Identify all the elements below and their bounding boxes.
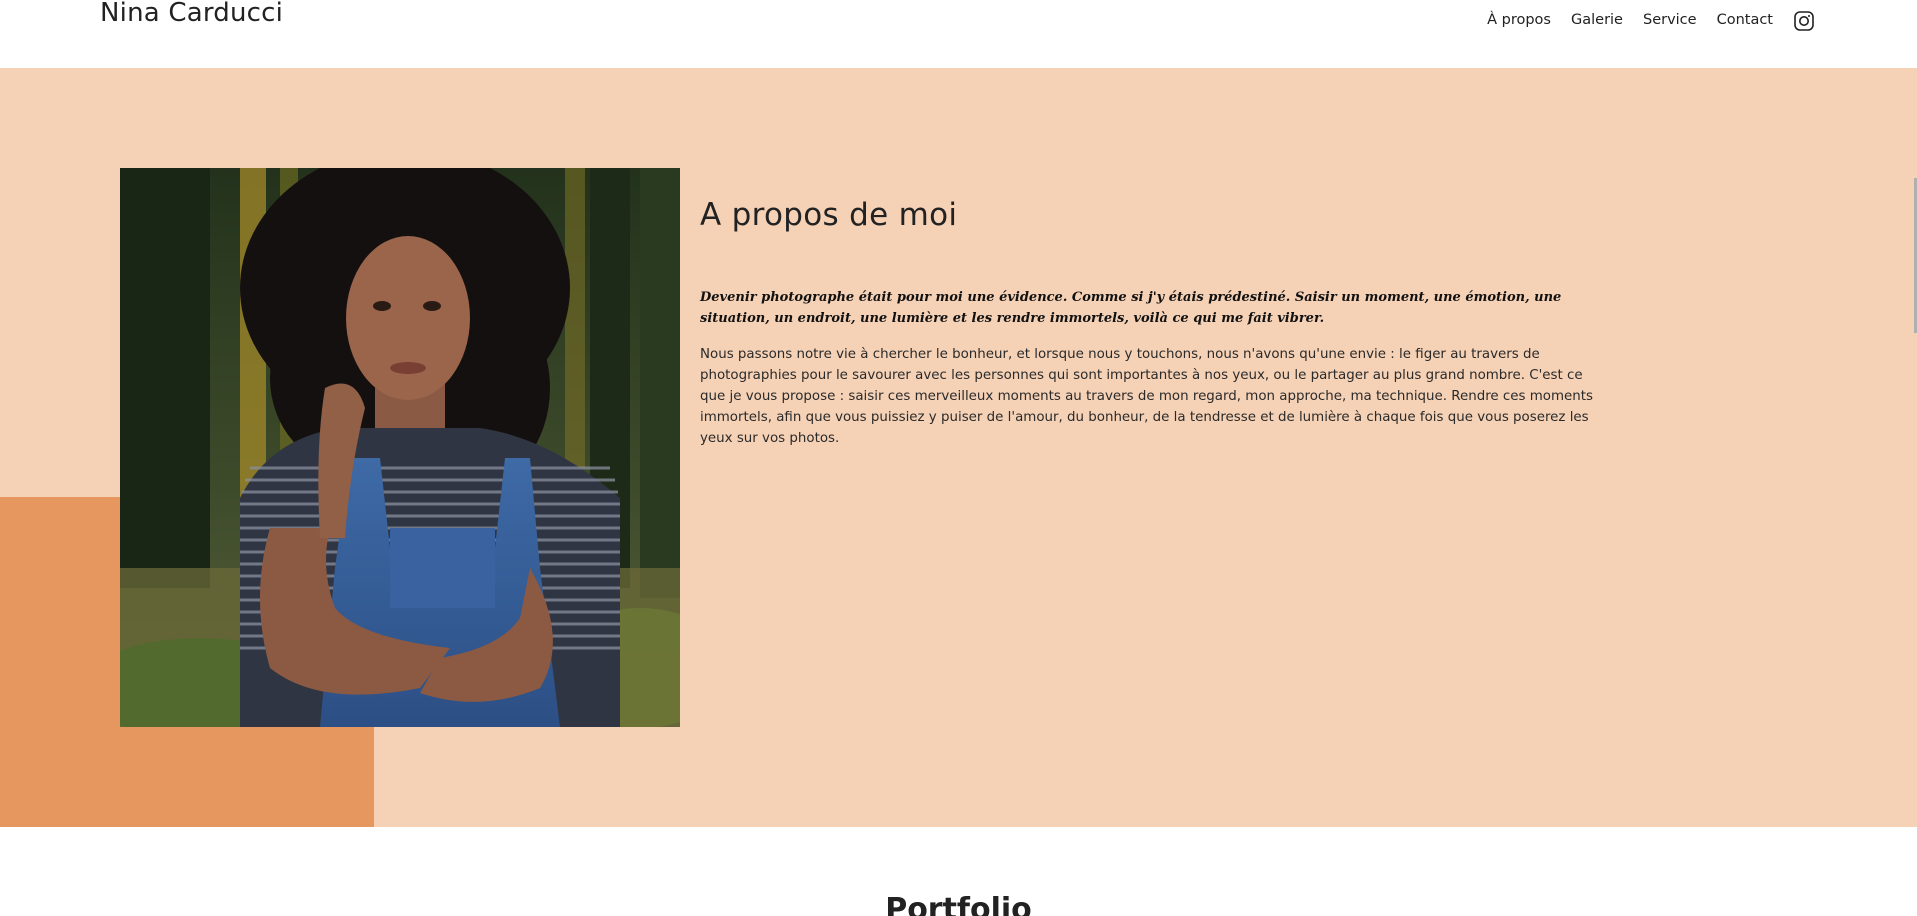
brand-name[interactable]: Nina Carducci (100, 0, 283, 28)
about-lead-text: Devenir photographe était pour moi une é… (700, 290, 1562, 326)
about-section: A propos de moi Devenir photographe étai… (0, 68, 1917, 827)
nav-link-contact[interactable]: Contact (1717, 9, 1773, 31)
about-body-text: Nous passons notre vie à chercher le bon… (700, 347, 1593, 446)
instagram-icon[interactable] (1793, 10, 1815, 32)
about-title: A propos de moi (700, 197, 958, 233)
site-header: Nina Carducci À propos Galerie Service C… (0, 0, 1917, 68)
nav-link-service[interactable]: Service (1643, 9, 1697, 31)
about-content: A propos de moi Devenir photographe étai… (700, 195, 1595, 449)
nav-link-galerie[interactable]: Galerie (1571, 9, 1623, 31)
nav-link-a-propos[interactable]: À propos (1487, 9, 1551, 31)
portfolio-title: Portfolio (885, 892, 1032, 916)
portrait-photo (120, 168, 680, 727)
main-nav: À propos Galerie Service Contact (1487, 8, 1815, 32)
